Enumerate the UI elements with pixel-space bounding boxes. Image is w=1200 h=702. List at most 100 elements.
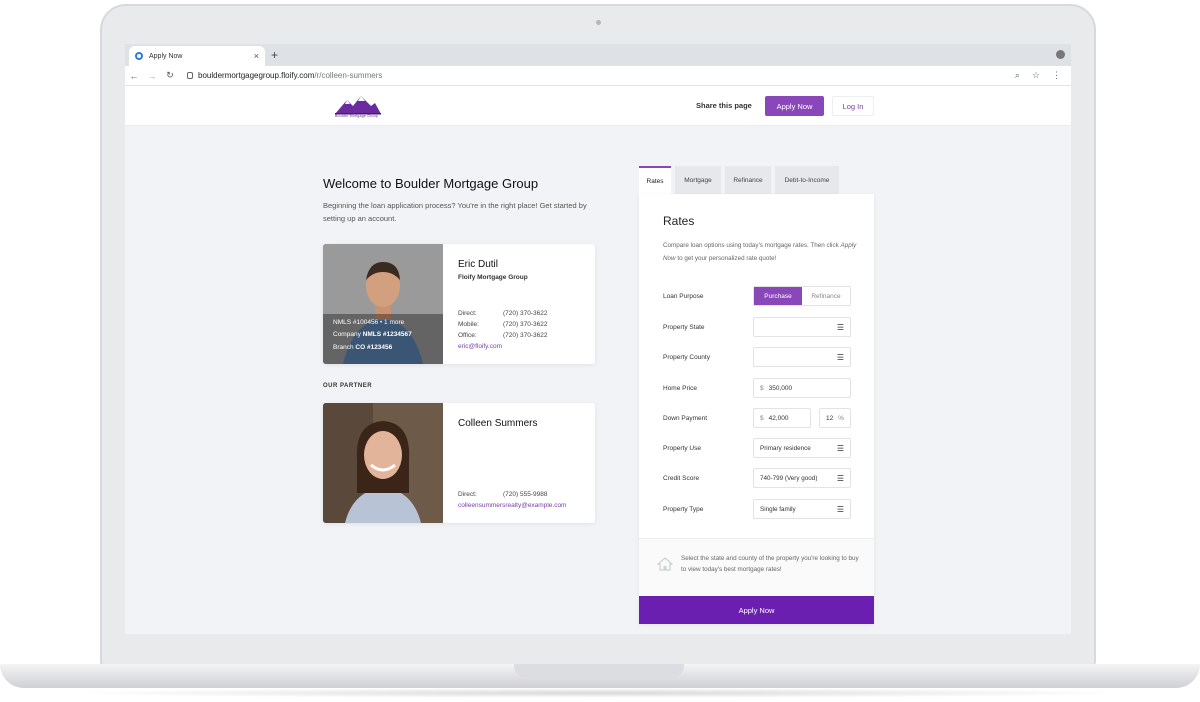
logo-text: Boulder Mortgage Group bbox=[335, 114, 378, 118]
address-bar: ← → ↻ bouldermortgagegroup.floify.com/r/… bbox=[125, 66, 1071, 86]
url-host: bouldermortgagegroup.floify.com bbox=[198, 71, 315, 80]
tab-rates[interactable]: Rates bbox=[639, 166, 671, 194]
direct-phone[interactable]: (720) 370-3622 bbox=[503, 310, 547, 317]
hamburger-icon: ☰ bbox=[836, 443, 844, 453]
down-payment-percent-input[interactable]: 12% bbox=[819, 408, 851, 428]
loan-purpose-label: Loan Purpose bbox=[663, 292, 704, 300]
hamburger-icon: ☰ bbox=[836, 352, 844, 362]
property-use-value: Primary residence bbox=[760, 444, 811, 452]
percent-sign: % bbox=[838, 414, 844, 422]
tab-refinance[interactable]: Refinance bbox=[725, 166, 771, 194]
nmls-more-link[interactable]: • 1 more bbox=[378, 319, 404, 326]
page-title: Welcome to Boulder Mortgage Group bbox=[323, 176, 539, 191]
rates-title: Rates bbox=[663, 214, 695, 228]
loan-officer-company: Floify Mortgage Group bbox=[458, 274, 528, 281]
office-label: Office: bbox=[458, 332, 477, 339]
partner-direct-label: Direct: bbox=[458, 491, 477, 498]
property-use-row: Property Use Primary residence ☰ bbox=[663, 438, 853, 458]
tab-mortgage[interactable]: Mortgage bbox=[675, 166, 721, 194]
browser-tab[interactable]: Apply Now × bbox=[129, 46, 265, 66]
home-price-label: Home Price bbox=[663, 384, 697, 392]
property-county-select[interactable]: ☰ bbox=[753, 347, 851, 367]
hamburger-icon: ☰ bbox=[836, 504, 844, 514]
rates-description-start: Compare loan options using today's mortg… bbox=[663, 242, 841, 249]
nmls-number: NMLS #100456 bbox=[333, 318, 379, 326]
property-state-row: Property State ☰ bbox=[663, 317, 853, 337]
rates-footer: Select the state and county of the prope… bbox=[639, 538, 874, 596]
share-page-link[interactable]: Share this page bbox=[696, 101, 752, 110]
forward-icon[interactable]: → bbox=[143, 71, 161, 81]
bookmark-star-icon[interactable]: ☆ bbox=[1032, 70, 1040, 81]
url-field[interactable]: bouldermortgagegroup.floify.com/r/collee… bbox=[187, 71, 382, 80]
property-use-label: Property Use bbox=[663, 444, 701, 452]
property-type-value: Single family bbox=[760, 505, 796, 513]
home-price-value: 350,000 bbox=[768, 384, 793, 392]
credit-score-row: Credit Score 740-799 (Very good) ☰ bbox=[663, 468, 853, 488]
intro-text: Beginning the loan application process? … bbox=[323, 201, 587, 223]
calculator-tabs: Rates Mortgage Refinance Debt-to-Income bbox=[639, 166, 839, 194]
tab-close-icon[interactable]: × bbox=[254, 51, 259, 61]
property-county-label: Property County bbox=[663, 353, 710, 361]
login-button[interactable]: Log In bbox=[832, 96, 874, 116]
contact-row-office: Office: (720) 370-3622 bbox=[458, 332, 547, 339]
credit-score-select[interactable]: 740-799 (Very good) ☰ bbox=[753, 468, 851, 488]
browser-tabbar: Apply Now × + bbox=[125, 44, 1071, 66]
zoom-icon[interactable]: ⌕ bbox=[1015, 70, 1020, 81]
tab-debt-to-income[interactable]: Debt-to-Income bbox=[775, 166, 839, 194]
reload-icon[interactable]: ↻ bbox=[161, 70, 179, 81]
home-icon bbox=[657, 557, 673, 571]
down-payment-label: Down Payment bbox=[663, 414, 708, 422]
partner-direct-phone[interactable]: (720) 555-9988 bbox=[503, 491, 547, 498]
property-type-select[interactable]: Single family ☰ bbox=[753, 499, 851, 519]
property-state-select[interactable]: ☰ bbox=[753, 317, 851, 337]
site-header: Boulder Mortgage Group Share this page A… bbox=[125, 86, 1071, 126]
hamburger-icon: ☰ bbox=[836, 322, 844, 332]
loan-purpose-toggle: Purchase Refinance bbox=[753, 286, 851, 306]
down-payment-row: Down Payment $42,000 12% bbox=[663, 408, 853, 428]
screen: Apply Now × + ← → ↻ bouldermortgagegroup… bbox=[125, 44, 1071, 634]
company-nmls-label: Company bbox=[333, 331, 363, 338]
loan-officer-name: Eric Dutil bbox=[458, 259, 499, 270]
company-nmls: NMLS #1234567 bbox=[362, 331, 412, 338]
browser-menu-icon[interactable]: ⋮ bbox=[1052, 70, 1061, 81]
loan-purpose-refinance[interactable]: Refinance bbox=[802, 287, 850, 305]
property-type-label: Property Type bbox=[663, 505, 704, 513]
partner-card: Colleen Summers Direct: (720) 555-9988 c… bbox=[323, 403, 595, 523]
back-icon[interactable]: ← bbox=[125, 71, 143, 81]
rates-description: Compare loan options using today's mortg… bbox=[663, 240, 863, 265]
loan-officer-card: NMLS #100456 • 1 more Company NMLS #1234… bbox=[323, 244, 595, 364]
contact-row-direct: Direct: (720) 370-3622 bbox=[458, 310, 547, 317]
branch-number: CO #123456 bbox=[355, 343, 393, 351]
dollar-sign: $ bbox=[760, 384, 764, 392]
partner-photo bbox=[323, 403, 443, 523]
loan-purpose-row: Loan Purpose Purchase Refinance bbox=[663, 286, 853, 306]
apply-now-button[interactable]: Apply Now bbox=[639, 596, 874, 624]
down-payment-input[interactable]: $42,000 bbox=[753, 408, 811, 428]
property-type-row: Property Type Single family ☰ bbox=[663, 499, 853, 519]
loan-officer-photo: NMLS #100456 • 1 more Company NMLS #1234… bbox=[323, 244, 443, 364]
office-phone[interactable]: (720) 370-3622 bbox=[503, 332, 547, 339]
property-use-select[interactable]: Primary residence ☰ bbox=[753, 438, 851, 458]
favicon-icon bbox=[135, 52, 143, 60]
laptop-base-notch bbox=[514, 664, 684, 678]
mobile-phone[interactable]: (720) 370-3622 bbox=[503, 321, 547, 328]
loan-officer-email-link[interactable]: eric@floify.com bbox=[458, 343, 502, 350]
rates-panel: Rates Compare loan options using today's… bbox=[639, 194, 874, 624]
home-price-input[interactable]: $350,000 bbox=[753, 378, 851, 398]
home-price-row: Home Price $350,000 bbox=[663, 378, 853, 398]
apply-now-header-button[interactable]: Apply Now bbox=[765, 96, 824, 116]
rates-footer-note: Select the state and county of the prope… bbox=[681, 555, 859, 573]
partner-name: Colleen Summers bbox=[458, 418, 538, 429]
tab-title: Apply Now bbox=[149, 52, 183, 60]
laptop-shadow bbox=[60, 688, 1140, 698]
new-tab-button[interactable]: + bbox=[271, 48, 278, 62]
rates-description-end: to get your personalized rate quote! bbox=[675, 254, 777, 262]
loan-purpose-purchase[interactable]: Purchase bbox=[754, 287, 802, 305]
partner-email-link[interactable]: colleensummersrealty@example.com bbox=[458, 502, 566, 509]
dollar-sign: $ bbox=[760, 414, 764, 422]
branch-label: Branch bbox=[333, 343, 356, 351]
window-close-icon[interactable] bbox=[1056, 50, 1065, 59]
hamburger-icon: ☰ bbox=[836, 473, 844, 483]
direct-label: Direct: bbox=[458, 310, 477, 317]
credit-score-value: 740-799 (Very good) bbox=[760, 474, 818, 482]
